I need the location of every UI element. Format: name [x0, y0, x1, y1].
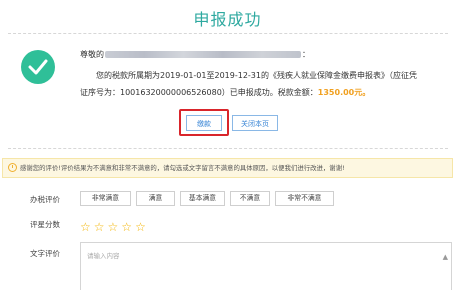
star-rating: ☆ ☆ ☆ ☆ ☆: [80, 216, 149, 234]
greeting-suffix: ：: [302, 50, 310, 59]
comment-textarea[interactable]: 请输入内容 ▲: [80, 242, 452, 290]
comment-label: 文字评价: [30, 249, 60, 258]
eval-option-satisfied[interactable]: 满意: [136, 191, 175, 206]
redacted-taxpayer-name: [105, 51, 301, 58]
scroll-up-icon[interactable]: ▲: [443, 253, 448, 261]
greeting-line: 尊敬的 ：: [80, 49, 310, 60]
notice-text: 感谢您的评价!评价结果为不满意和非常不满意的，请勾选或文字留言不满意的具体原因，…: [20, 164, 345, 172]
tax-amount-unit: 元。: [354, 88, 371, 97]
page-title: 申报成功: [193, 10, 262, 29]
eval-option-unsatisfied[interactable]: 不满意: [230, 191, 270, 206]
eval-option-very-unsatisfied[interactable]: 非常不满意: [275, 191, 334, 206]
star-icon[interactable]: ☆: [80, 220, 91, 234]
star-icon[interactable]: ☆: [121, 220, 132, 234]
greeting-prefix: 尊敬的: [80, 50, 104, 59]
check-icon: [28, 59, 48, 75]
comment-placeholder: 请输入内容: [87, 252, 120, 260]
tax-amount: 1350.00: [317, 88, 355, 97]
star-icon[interactable]: ☆: [108, 220, 119, 234]
message-line2: 证序号为：10016320000006526080）已申报成功。税款金额：: [80, 88, 318, 97]
eval-option-very-satisfied[interactable]: 非常满意: [80, 191, 131, 206]
close-page-button[interactable]: 关闭本页: [232, 115, 278, 131]
message-line1: 您的税款所属期为2019-01-01至2019-12-31的《残疾人就业保障金缴…: [96, 71, 417, 80]
title-divider: [8, 33, 448, 34]
rating-label: 评星分数: [30, 220, 60, 229]
star-icon[interactable]: ☆: [135, 220, 146, 234]
eval-option-basically-satisfied[interactable]: 基本满意: [180, 191, 225, 206]
success-check-icon: [21, 50, 55, 84]
evaluation-label: 办税评价: [30, 195, 60, 204]
declaration-success-page: 申报成功 尊敬的 ： 您的税款所属期为2019-01-01至2019-12-31的…: [0, 0, 455, 290]
section-divider: [8, 148, 448, 149]
success-message: 您的税款所属期为2019-01-01至2019-12-31的《残疾人就业保障金缴…: [80, 67, 450, 101]
feedback-notice: 感谢您的评价!评价结果为不满意和非常不满意的，请勾选或文字留言不满意的具体原因，…: [2, 158, 453, 178]
star-icon[interactable]: ☆: [94, 220, 105, 234]
pay-button[interactable]: 缴款: [186, 115, 222, 131]
warning-icon: [8, 162, 17, 172]
